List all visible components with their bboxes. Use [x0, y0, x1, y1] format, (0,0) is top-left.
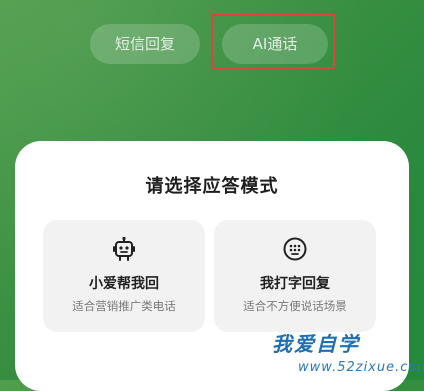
- option-description: 适合不方便说话场景: [243, 299, 347, 313]
- option-xiaoai-reply[interactable]: 小爱帮我回 适合营销推广类电话: [43, 220, 205, 332]
- option-typing-reply[interactable]: 我打字回复 适合不方便说话场景: [214, 220, 376, 332]
- sheet-title: 请选择应答模式: [145, 176, 279, 197]
- option-label: 小爱帮我回: [89, 276, 159, 292]
- watermark: 我爱自学 www.52zixue.com: [270, 328, 424, 380]
- keyboard-icon: [214, 236, 376, 262]
- watermark-url: www.52zixue.com: [298, 360, 424, 375]
- robot-icon: [43, 236, 205, 262]
- watermark-logo: 我爱自学: [272, 332, 360, 356]
- option-label: 我打字回复: [260, 276, 330, 292]
- option-description: 适合营销推广类电话: [72, 299, 176, 313]
- tab-sms-reply[interactable]: 短信回复: [90, 24, 200, 64]
- highlight-box: [211, 14, 335, 69]
